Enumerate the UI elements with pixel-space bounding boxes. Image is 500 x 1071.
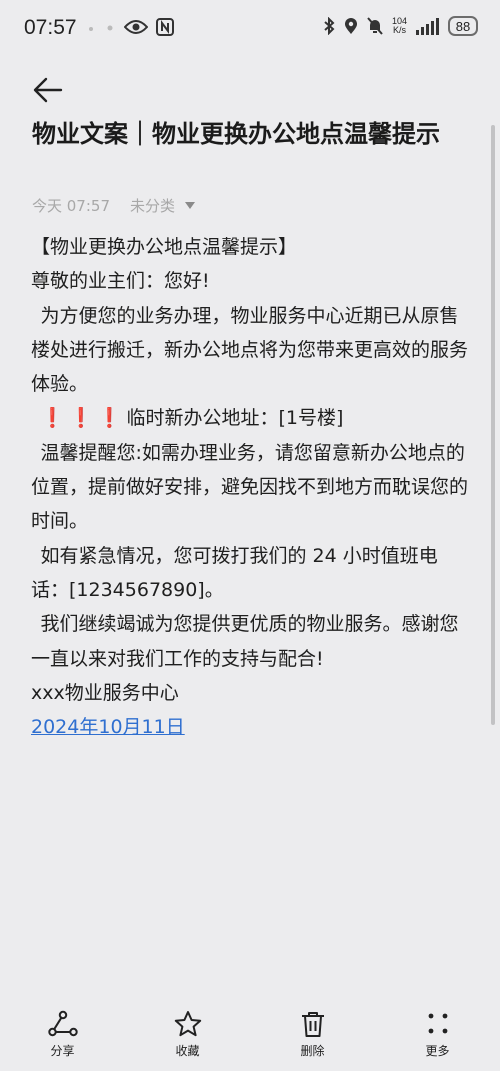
- more-button[interactable]: 更多: [383, 1010, 493, 1071]
- content-greeting: 尊敬的业主们：您好!: [31, 270, 210, 293]
- content-signature: xxx物业服务中心: [31, 681, 179, 704]
- category-label: 未分类: [130, 197, 176, 215]
- chevron-down-icon: [185, 202, 196, 209]
- share-button[interactable]: 分享: [8, 1010, 118, 1071]
- note-body[interactable]: 【物业更换办公地点温馨提示】 尊敬的业主们：您好! 为方便您的业务办理，物业服务…: [31, 230, 471, 744]
- more-label: 更多: [425, 1044, 450, 1058]
- share-label: 分享: [50, 1044, 75, 1058]
- note-timestamp: 今天 07:57: [32, 197, 110, 215]
- notification-dot-icon: [89, 27, 93, 31]
- content-paragraph: 温馨提醒您:如需办理业务，请您留意新办公地点的位置，提前做好安排，避免因找不到地…: [31, 441, 469, 533]
- content-paragraph: 我们继续竭诚为您提供更优质的物业服务。感谢您一直以来对我们工作的支持与配合!: [31, 613, 459, 670]
- battery-indicator: 88: [448, 16, 478, 36]
- delete-button[interactable]: 删除: [258, 1010, 368, 1071]
- content-paragraph: 为方便您的业务办理，物业服务中心近期已从原售楼处进行搬迁，新办公地点将为您带来更…: [31, 304, 469, 396]
- favorite-button[interactable]: 收藏: [133, 1010, 243, 1071]
- status-system-icons: 104 K/s 88: [323, 16, 478, 36]
- status-bar: 07:57 104 K/s 88: [0, 0, 500, 58]
- mute-bell-icon: [367, 17, 383, 35]
- date-link[interactable]: 2024年10月11日: [31, 716, 185, 738]
- favorite-label: 收藏: [175, 1044, 200, 1058]
- star-icon: [174, 1011, 201, 1037]
- nfc-icon: [156, 18, 174, 36]
- app-notification-icon: [107, 25, 113, 31]
- signal-strength-icon: [416, 17, 439, 35]
- eye-icon: [124, 20, 148, 34]
- content-address-line: ❗❗❗临时新办公地址：[1号楼]: [31, 401, 471, 435]
- page-title: 物业文案｜物业更换办公地点温馨提示: [32, 120, 440, 148]
- note-meta: 今天 07:57 未分类: [32, 195, 196, 216]
- delete-label: 删除: [300, 1044, 325, 1058]
- status-time: 07:57: [24, 16, 77, 39]
- arrow-left-icon: [33, 77, 63, 103]
- share-icon: [47, 1010, 78, 1037]
- bluetooth-icon: [324, 17, 335, 35]
- bottom-action-bar: 分享 收藏 删除 更多: [0, 1010, 500, 1071]
- exclamation-icons: ❗❗❗: [40, 407, 127, 430]
- location-icon: [344, 18, 357, 34]
- content-address: 临时新办公地址：[1号楼]: [126, 407, 344, 430]
- back-button[interactable]: [28, 70, 68, 110]
- trash-icon: [301, 1012, 324, 1037]
- category-dropdown[interactable]: 未分类: [130, 195, 196, 216]
- network-speed-unit: K/s: [392, 25, 406, 35]
- network-speed: 104 K/s: [392, 17, 407, 35]
- status-notification-icons: [86, 18, 174, 36]
- content-paragraph: 如有紧急情况，您可拨打我们的 24 小时值班电话：[1234567890]。: [31, 544, 438, 601]
- more-dots-icon: [428, 1013, 447, 1034]
- content-heading: 【物业更换办公地点温馨提示】: [31, 236, 298, 258]
- scrollbar[interactable]: [491, 125, 495, 725]
